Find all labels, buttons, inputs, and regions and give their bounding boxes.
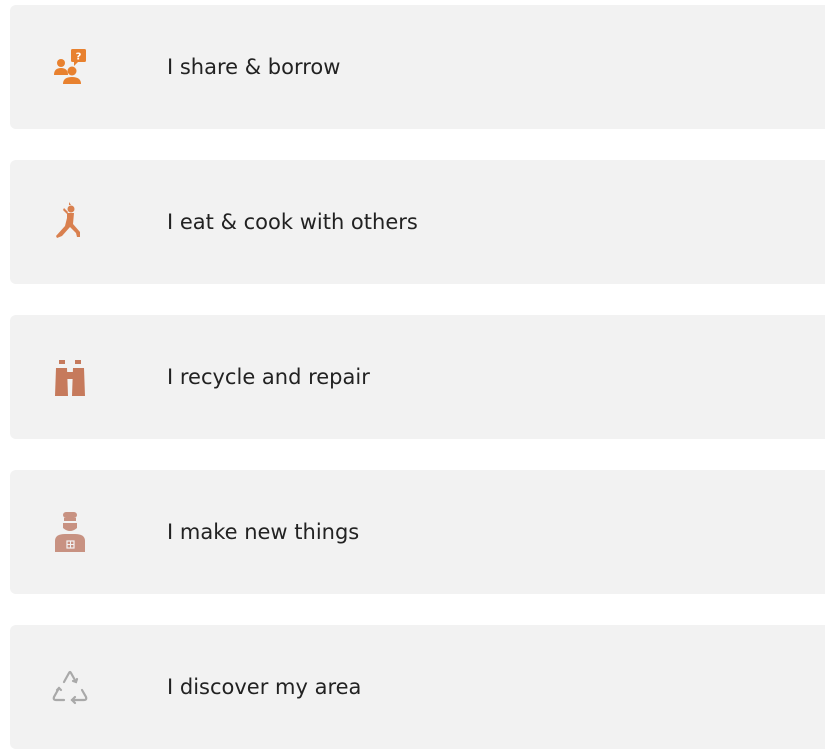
option-eat-cook[interactable]: I eat & cook with others <box>10 160 825 284</box>
chef-icon <box>50 512 90 552</box>
binoculars-icon <box>50 357 90 397</box>
option-label: I recycle and repair <box>167 365 370 389</box>
option-recycle-repair[interactable]: I recycle and repair <box>10 315 825 439</box>
option-label: I make new things <box>167 520 360 544</box>
people-question-icon: ? <box>50 47 90 87</box>
option-label: I discover my area <box>167 675 362 699</box>
option-discover-area[interactable]: I discover my area <box>10 625 825 749</box>
option-share-borrow[interactable]: ? I share & borrow <box>10 5 825 129</box>
svg-text:?: ? <box>76 52 82 63</box>
option-label: I eat & cook with others <box>167 210 418 234</box>
yoga-pose-icon <box>50 202 90 242</box>
option-make-things[interactable]: I make new things <box>10 470 825 594</box>
option-list: ? I share & borrow I eat & cook with oth… <box>10 5 825 749</box>
recycle-icon <box>50 667 90 707</box>
option-label: I share & borrow <box>167 55 341 79</box>
